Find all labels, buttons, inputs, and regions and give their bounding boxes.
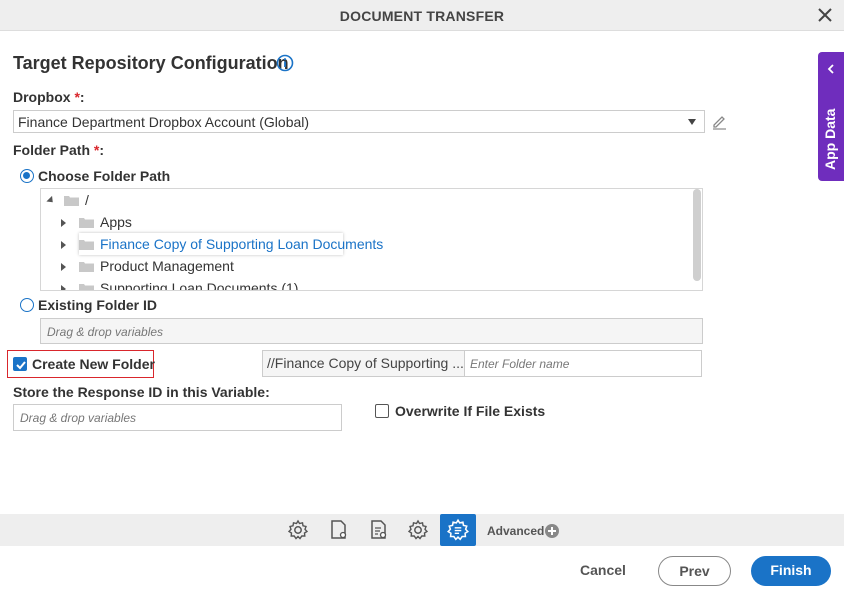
tree-scrollbar[interactable] (693, 189, 701, 281)
create-folder-checkbox[interactable] (13, 357, 27, 371)
label-colon: : (79, 89, 85, 105)
info-icon[interactable] (276, 54, 294, 72)
close-icon[interactable] (816, 6, 834, 24)
tree-row-root[interactable]: / (41, 189, 681, 211)
response-id-variable-drop[interactable]: Drag & drop variables (13, 404, 342, 431)
bottom-toolbar: Advanced (0, 514, 844, 546)
app-data-tab[interactable]: App Data (818, 52, 844, 181)
gear-icon[interactable] (285, 517, 311, 543)
chevron-down-icon (688, 119, 696, 125)
new-folder-field: //Finance Copy of Supporting ... (262, 350, 702, 377)
dropbox-label-text: Dropbox (13, 89, 71, 105)
dropbox-label: Dropbox *: (13, 89, 85, 105)
folder-tree[interactable]: / Apps Finance Copy of Supporting Loan D… (40, 188, 703, 291)
label-colon: : (99, 142, 105, 158)
folder-icon (79, 240, 94, 250)
tree-item-label: Supporting Loan Documents (1) (100, 280, 299, 291)
tree-row[interactable]: Product Management (41, 255, 681, 277)
cancel-button[interactable]: Cancel (580, 562, 626, 578)
folder-icon (64, 196, 79, 206)
drop-placeholder: Drag & drop variables (20, 411, 137, 425)
finish-button[interactable]: Finish (751, 556, 831, 586)
folder-icon (79, 262, 94, 272)
overwrite-checkbox[interactable] (375, 404, 389, 418)
tree-item-label: / (85, 192, 89, 208)
chevron-right-icon[interactable] (61, 219, 66, 227)
existing-folder-radio[interactable] (20, 298, 34, 312)
existing-folder-variable-drop[interactable]: Drag & drop variables (40, 318, 703, 344)
tree-item-label: Product Management (100, 258, 234, 274)
existing-folder-label[interactable]: Existing Folder ID (38, 297, 157, 313)
folder-icon (79, 284, 94, 290)
tree-row-selected[interactable]: Finance Copy of Supporting Loan Document… (41, 233, 681, 255)
tree-item-label: Apps (100, 214, 132, 230)
tree-row[interactable]: Apps (41, 211, 681, 233)
tree-item-label: Finance Copy of Supporting Loan Document… (100, 236, 384, 252)
advanced-settings-icon[interactable] (440, 514, 476, 546)
advanced-label[interactable]: Advanced (487, 524, 544, 538)
chevron-right-icon[interactable] (61, 263, 66, 271)
tree-row[interactable]: Supporting Loan Documents (1) (41, 277, 681, 291)
section-title: Target Repository Configuration (13, 53, 289, 73)
folder-path-label: Folder Path *: (13, 142, 104, 158)
chevron-left-icon (827, 64, 834, 74)
response-id-label: Store the Response ID in this Variable: (13, 384, 270, 400)
document-list-settings-icon[interactable] (366, 517, 392, 543)
dropbox-select[interactable]: Finance Department Dropbox Account (Glob… (13, 110, 705, 133)
settings-icon[interactable] (405, 517, 431, 543)
create-folder-label[interactable]: Create New Folder (32, 356, 155, 372)
prev-button[interactable]: Prev (658, 556, 731, 586)
chevron-right-icon[interactable] (61, 241, 66, 249)
title-bar: DOCUMENT TRANSFER (0, 0, 844, 31)
window-title: DOCUMENT TRANSFER (339, 8, 505, 24)
choose-folder-label[interactable]: Choose Folder Path (38, 168, 170, 184)
document-settings-icon[interactable] (326, 517, 352, 543)
choose-folder-radio[interactable] (20, 169, 34, 183)
app-data-label: App Data (822, 108, 838, 170)
checkmark-icon (16, 361, 26, 370)
new-folder-name-input[interactable] (466, 351, 701, 376)
expand-arrow-icon[interactable] (46, 195, 56, 206)
drop-placeholder: Drag & drop variables (47, 325, 164, 339)
dropbox-selected-value: Finance Department Dropbox Account (Glob… (18, 114, 310, 130)
plus-icon[interactable] (545, 524, 559, 538)
chevron-right-icon[interactable] (61, 285, 66, 290)
overwrite-label[interactable]: Overwrite If File Exists (395, 403, 545, 419)
folder-path-label-text: Folder Path (13, 142, 91, 158)
folder-path-prefix: //Finance Copy of Supporting ... (263, 351, 465, 376)
pencil-icon[interactable] (711, 113, 728, 130)
folder-icon (79, 218, 94, 228)
